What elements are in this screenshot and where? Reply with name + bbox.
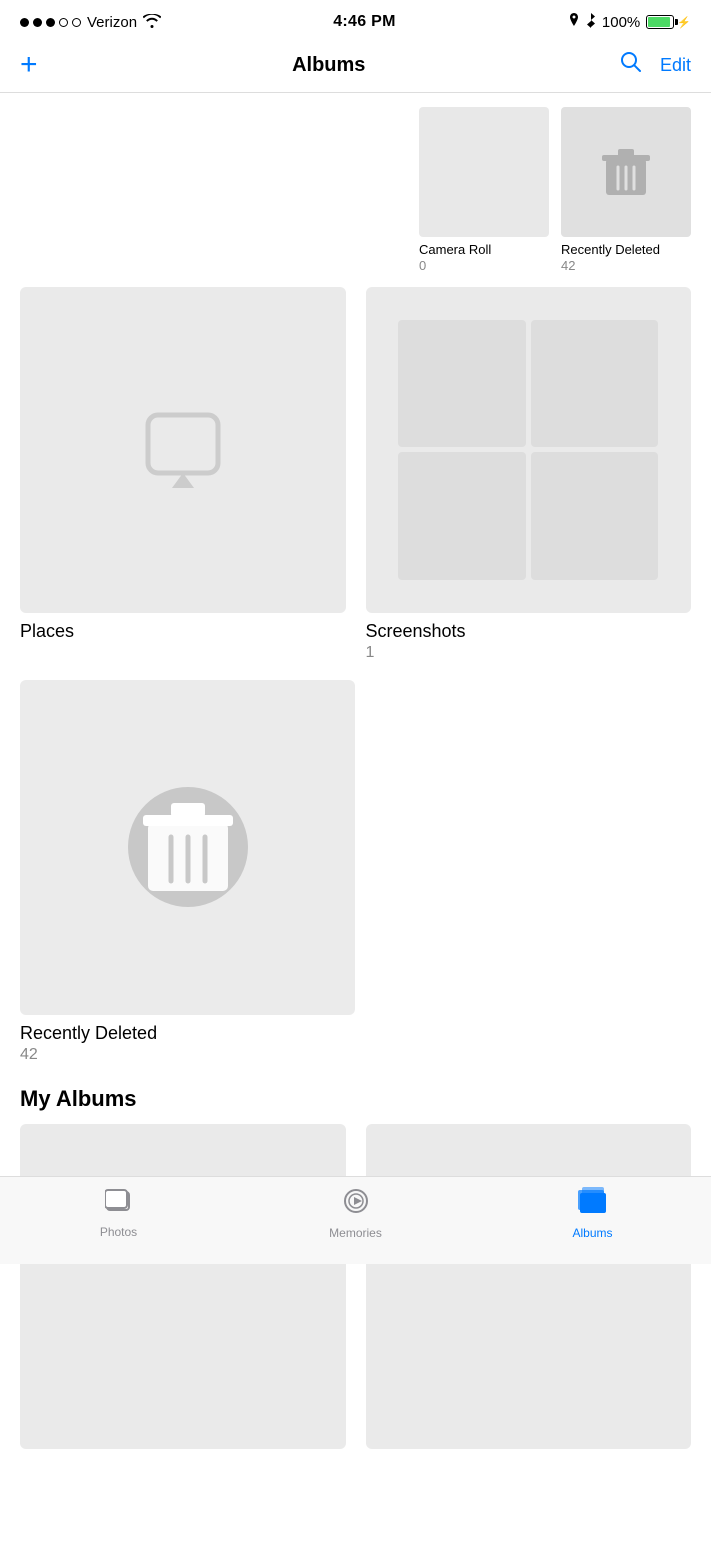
top-albums-section: Camera Roll 0 Recently Deleted 42: [0, 93, 711, 273]
battery-percentage: 100%: [602, 14, 640, 31]
album-screenshots[interactable]: Screenshots 1: [356, 287, 692, 662]
albums-tab-icon: [578, 1187, 608, 1222]
places-thumbnail: [20, 287, 346, 613]
photos-tab-label: Photos: [100, 1225, 137, 1239]
album-camera-roll-small[interactable]: Camera Roll 0: [419, 107, 549, 273]
battery-indicator: ⚡: [646, 15, 691, 29]
recently-deleted-thumbnail-small: [561, 107, 691, 237]
recently-deleted-large-section[interactable]: Recently Deleted 42: [0, 662, 711, 1064]
signal-dot-4: [59, 18, 68, 27]
places-name: Places: [20, 621, 346, 642]
memories-tab-label: Memories: [329, 1226, 382, 1240]
nav-actions: Edit: [620, 51, 691, 79]
my-album-1[interactable]: [20, 1124, 346, 1450]
screenshots-count: 1: [366, 644, 692, 662]
tab-memories[interactable]: Memories: [316, 1187, 396, 1240]
status-bar: Verizon 4:46 PM 100% ⚡: [0, 0, 711, 44]
signal-dots: [20, 18, 81, 27]
signal-dot-1: [20, 18, 29, 27]
album-places[interactable]: Places: [20, 287, 356, 662]
battery-fill: [648, 17, 670, 27]
signal-dot-3: [46, 18, 55, 27]
signal-dot-5: [72, 18, 81, 27]
recently-deleted-name-large: Recently Deleted: [20, 1023, 691, 1044]
main-albums-grid: Places Screenshots 1: [0, 273, 711, 662]
albums-tab-label: Albums: [572, 1226, 612, 1240]
location-icon: [568, 13, 580, 31]
nav-bar: + Albums Edit: [0, 44, 711, 93]
status-left: Verizon: [20, 14, 161, 31]
charging-icon: ⚡: [677, 16, 691, 29]
battery-body: [646, 15, 674, 29]
status-right: 100% ⚡: [568, 13, 691, 32]
my-album-2[interactable]: [366, 1124, 692, 1450]
tab-albums[interactable]: Albums: [553, 1187, 633, 1240]
trash-circle-large: [128, 787, 248, 907]
add-album-button[interactable]: +: [20, 50, 38, 80]
recently-deleted-count-large: 42: [20, 1046, 691, 1064]
screenshots-name: Screenshots: [366, 621, 692, 642]
tab-bar: Photos Memories Albums: [0, 1176, 711, 1264]
recently-deleted-name-small: Recently Deleted: [561, 242, 691, 257]
camera-roll-thumbnail: [419, 107, 549, 237]
camera-roll-count: 0: [419, 258, 549, 273]
tab-photos[interactable]: Photos: [79, 1188, 159, 1239]
my-albums-grid: [0, 1124, 711, 1450]
screenshots-thumbnail: [366, 287, 692, 613]
page-title: Albums: [292, 54, 365, 77]
bluetooth-icon: [586, 13, 596, 32]
edit-button[interactable]: Edit: [660, 55, 691, 76]
signal-dot-2: [33, 18, 42, 27]
recently-deleted-thumbnail-large: [20, 680, 355, 1015]
carrier-label: Verizon: [87, 14, 137, 31]
main-content: Camera Roll 0 Recently Deleted 42: [0, 93, 711, 1549]
recently-deleted-count-small: 42: [561, 258, 691, 273]
memories-tab-icon: [342, 1187, 370, 1222]
wifi-icon: [143, 14, 161, 31]
status-time: 4:46 PM: [333, 13, 396, 31]
photos-tab-icon: [105, 1188, 133, 1221]
search-button[interactable]: [620, 51, 642, 79]
camera-roll-name: Camera Roll: [419, 242, 549, 257]
album-recently-deleted-small[interactable]: Recently Deleted 42: [561, 107, 691, 273]
my-albums-header: My Albums: [0, 1064, 711, 1124]
